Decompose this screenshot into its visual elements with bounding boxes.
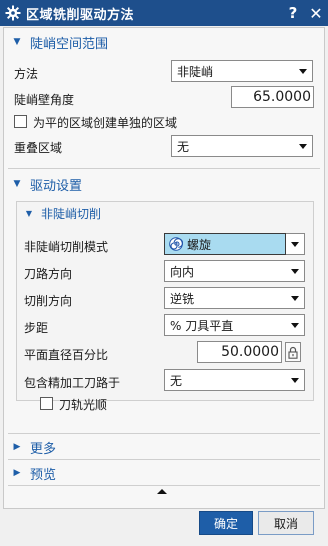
chevron-down-icon: ▼ — [13, 179, 21, 189]
help-button[interactable]: ? — [282, 4, 304, 22]
stepover-value: % 刀具平直 — [170, 318, 234, 333]
finish-label: 包含精加工刀路于 — [24, 376, 121, 390]
smooth-checkbox[interactable] — [40, 397, 53, 410]
spiral-icon — [165, 237, 187, 251]
divider — [8, 433, 320, 434]
sub-header-non-steep[interactable]: ▼ 非陡峭切削 — [17, 202, 313, 224]
finish-value: 无 — [170, 373, 183, 388]
overlap-label: 重叠区域 — [14, 141, 63, 155]
toolpath-dir-select[interactable]: 向内 — [164, 260, 305, 282]
method-label: 方法 — [14, 67, 39, 81]
cut-dir-label: 切削方向 — [24, 294, 73, 308]
stepover-select[interactable]: % 刀具平直 — [164, 314, 305, 336]
smooth-label: 刀轨光顺 — [59, 398, 108, 412]
dropdown-arrow-icon — [286, 261, 304, 281]
overlap-select[interactable]: 无 — [171, 135, 313, 157]
section-more-title: 更多 — [30, 441, 57, 457]
non-steep-group: ▼ 非陡峭切削 非陡峭切削模式 螺旋 刀路方向 向内 切削方向 逆铣 步距 % … — [16, 201, 314, 401]
section-steep-title: 陡峭空间范围 — [30, 36, 109, 52]
gear-icon[interactable] — [0, 0, 26, 26]
dropdown-arrow-icon — [294, 136, 312, 156]
chevron-right-icon: ▶ — [13, 468, 21, 478]
pattern-value: 螺旋 — [187, 237, 212, 252]
wall-angle-input[interactable]: 65.0000 — [231, 86, 314, 108]
chevron-down-icon: ▼ — [13, 37, 21, 47]
pattern-dropdown-button[interactable] — [286, 233, 305, 255]
chevron-right-icon: ▶ — [13, 442, 21, 452]
pattern-select[interactable]: 螺旋 — [164, 233, 286, 255]
dropdown-arrow-icon — [286, 234, 303, 254]
expand-caret-icon[interactable] — [157, 489, 167, 494]
dialog-body: ▼ 陡峭空间范围 方法 非陡峭 陡峭壁角度 65.0000 为平的区域创建单独的… — [3, 27, 325, 509]
dropdown-arrow-icon — [286, 315, 304, 335]
divider — [8, 168, 320, 169]
finish-select[interactable]: 无 — [164, 369, 305, 391]
cut-dir-select[interactable]: 逆铣 — [164, 287, 305, 309]
cut-dir-value: 逆铣 — [170, 291, 195, 306]
lock-icon[interactable] — [285, 342, 301, 362]
flat-pct-input[interactable]: 50.0000 — [197, 341, 282, 363]
method-value: 非陡峭 — [177, 64, 214, 79]
separate-regions-label: 为平的区域创建单独的区域 — [33, 116, 178, 130]
section-preview-header[interactable]: ▶ 预览 — [4, 461, 324, 485]
divider — [8, 485, 320, 486]
sub-header-title: 非陡峭切削 — [41, 206, 102, 221]
section-drive-title: 驱动设置 — [30, 178, 83, 194]
toolpath-dir-label: 刀路方向 — [24, 267, 73, 281]
stepover-label: 步距 — [24, 321, 49, 335]
section-more-header[interactable]: ▶ 更多 — [4, 435, 324, 459]
divider — [8, 459, 320, 460]
overlap-value: 无 — [177, 139, 190, 154]
close-button[interactable]: ✕ — [304, 4, 328, 23]
chevron-down-icon: ▼ — [25, 208, 33, 218]
title-bar: 区域铣削驱动方法 ? ✕ — [0, 0, 328, 26]
method-select[interactable]: 非陡峭 — [171, 60, 313, 82]
dropdown-arrow-icon — [294, 61, 312, 81]
toolpath-dir-value: 向内 — [170, 264, 195, 279]
wall-angle-label: 陡峭壁角度 — [14, 93, 75, 107]
separate-regions-checkbox[interactable] — [14, 115, 27, 128]
section-preview-title: 预览 — [30, 467, 57, 483]
flat-pct-label: 平面直径百分比 — [24, 348, 109, 362]
pattern-label: 非陡峭切削模式 — [24, 240, 109, 254]
dropdown-arrow-icon — [286, 288, 304, 308]
ok-button[interactable]: 确定 — [199, 511, 253, 535]
cancel-button[interactable]: 取消 — [258, 511, 314, 535]
dropdown-arrow-icon — [286, 370, 304, 390]
section-drive-header[interactable]: ▼ 驱动设置 — [4, 172, 324, 196]
section-steep-header[interactable]: ▼ 陡峭空间范围 — [4, 30, 324, 54]
window-title: 区域铣削驱动方法 — [26, 7, 135, 23]
